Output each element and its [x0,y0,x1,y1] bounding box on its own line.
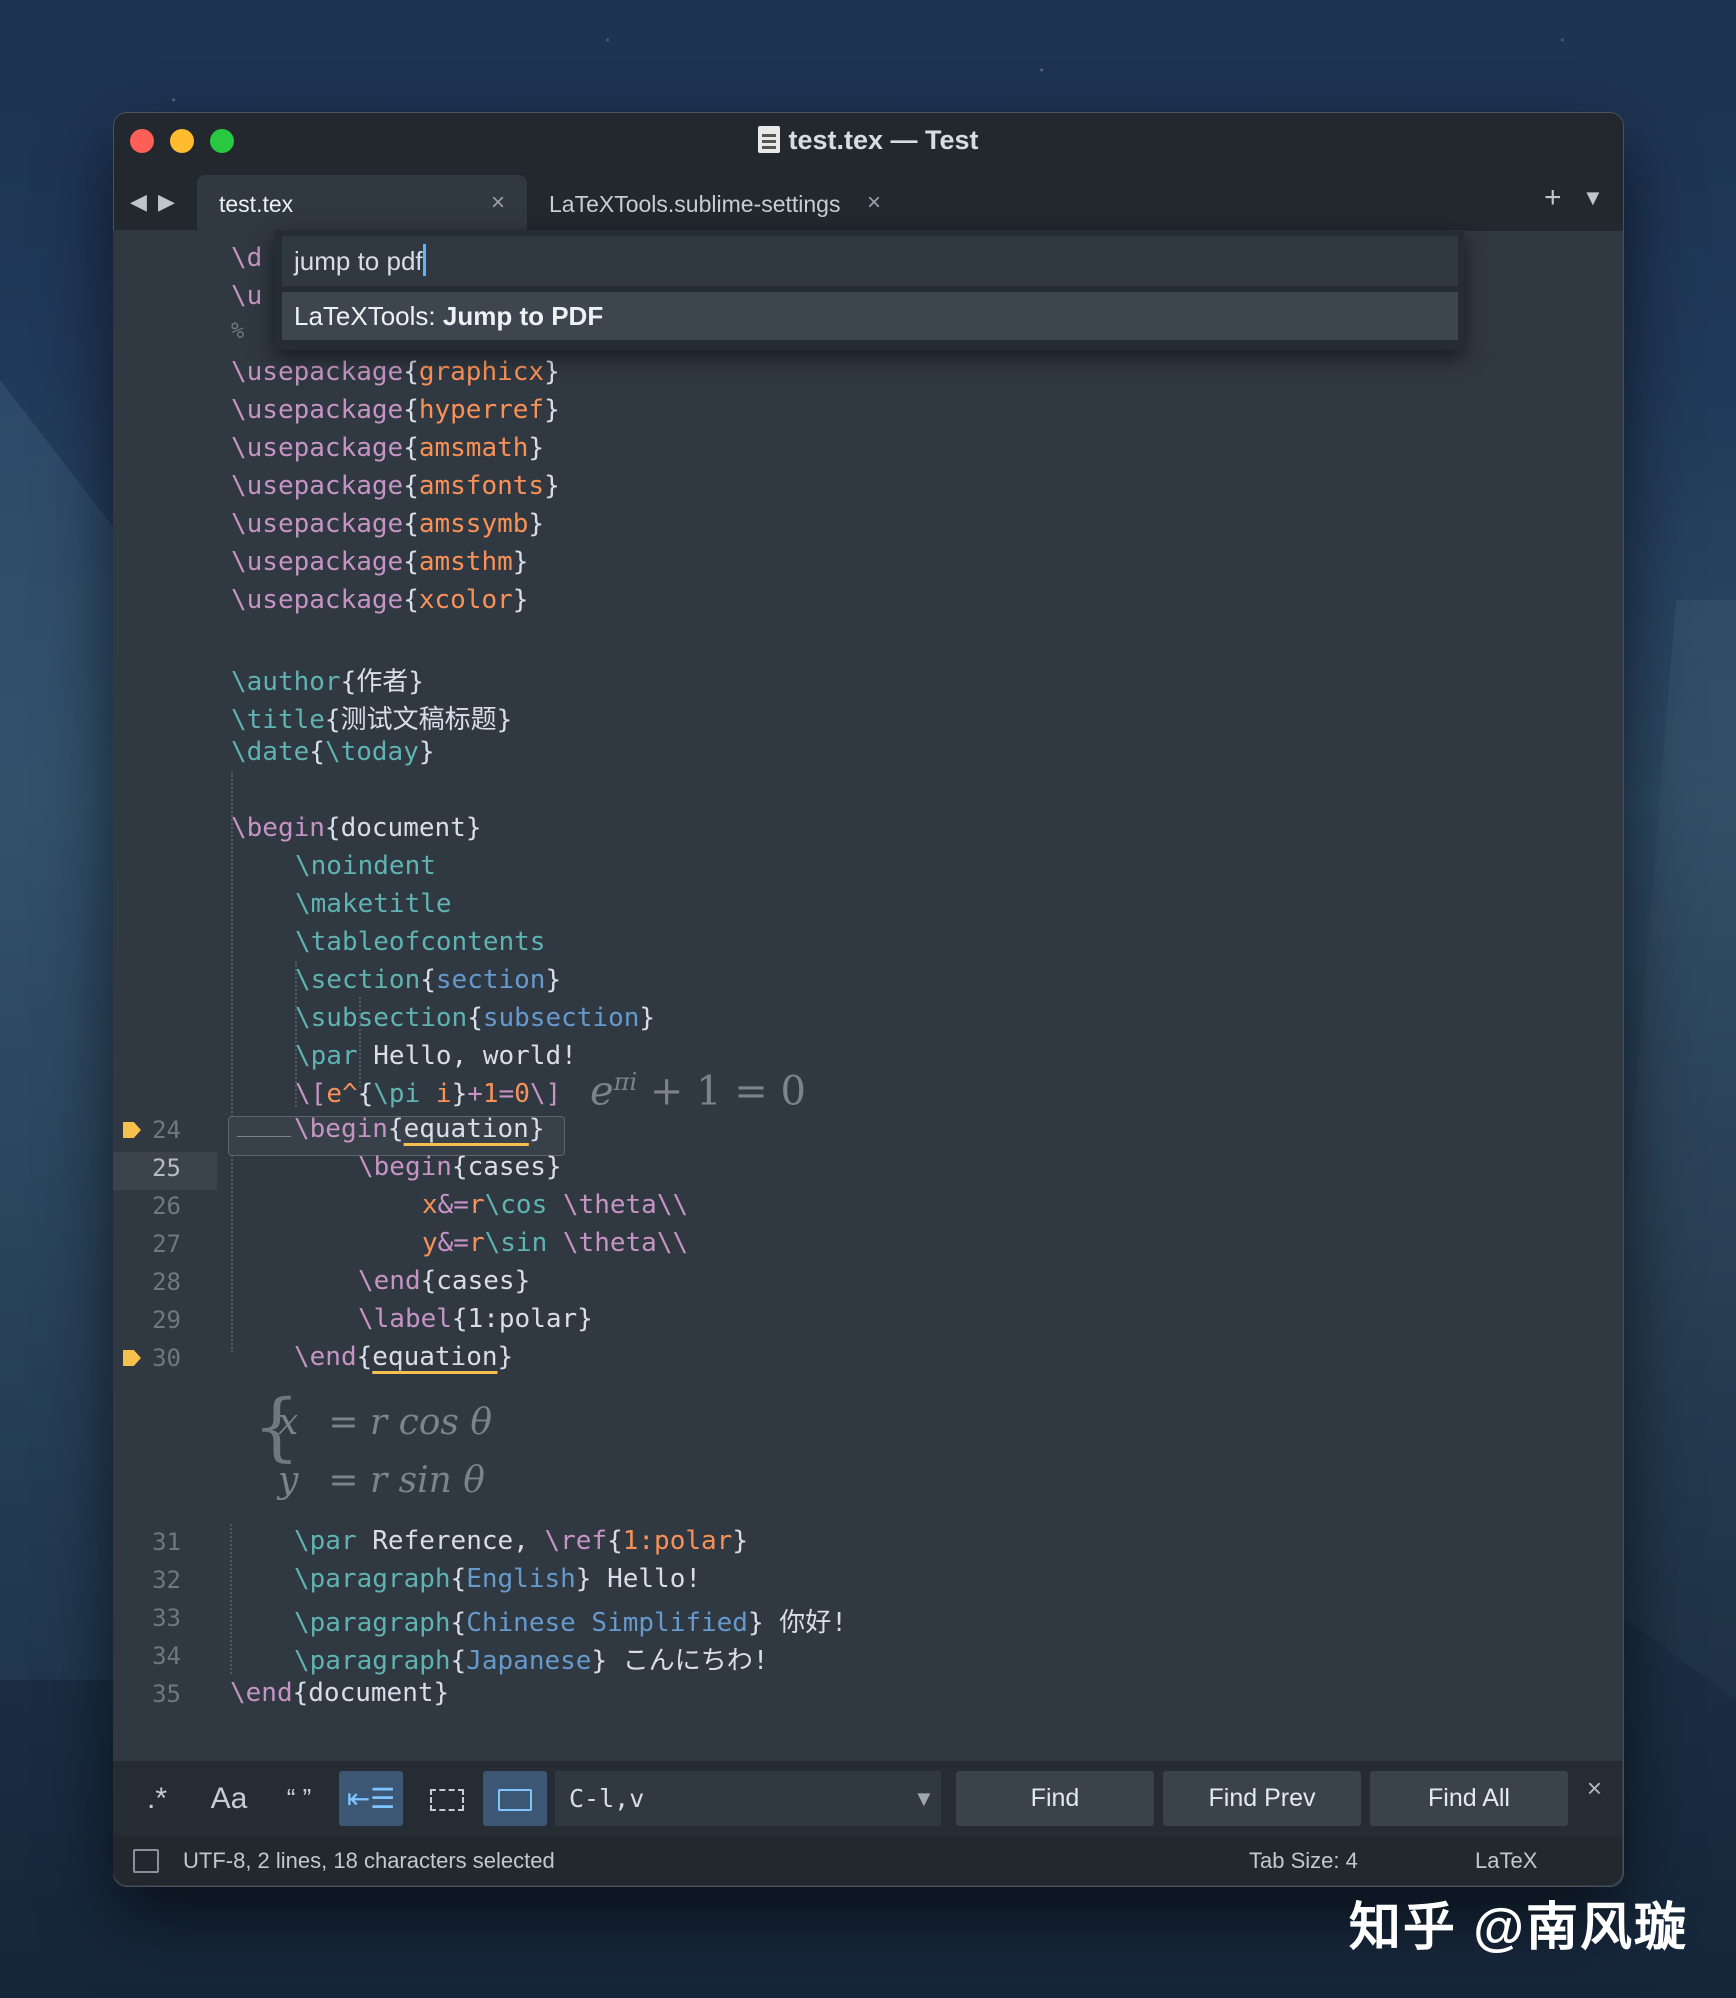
panel-toggle-icon[interactable] [133,1849,159,1873]
line-number-current: 25 [152,1154,181,1182]
tab-close-icon[interactable]: × [491,189,505,217]
line-number: 27 [152,1230,181,1258]
highlight-matches-icon[interactable] [483,1771,547,1826]
tab-label: LaTeXTools.sublime-settings [549,191,841,217]
cases-row-1: x = r cos θ [278,1402,492,1443]
line-number: 29 [152,1306,181,1334]
code-line-32: \paragraph{English} Hello! [294,1564,702,1594]
window-title-text: test.tex — Test [788,125,979,155]
line-number: 26 [152,1192,181,1220]
tab-close-icon[interactable]: × [867,189,881,217]
syntax-status[interactable]: LaTeX [1475,1848,1537,1874]
tab-latextools-settings[interactable]: LaTeXTools.sublime-settings × [527,175,897,231]
tab-label: test.tex [219,191,294,217]
window-title: test.tex — Test [114,125,1623,156]
in-selection-icon[interactable] [419,1771,475,1826]
tab-forward-icon[interactable]: ▶ [158,189,175,215]
code-line-35: \end{document} [230,1678,450,1708]
result-prefix: LaTeXTools: [294,301,443,331]
code-line-31: \par Reference, \ref{1:polar} [294,1526,748,1556]
document-icon [758,126,781,153]
result-match: Jump to PDF [442,301,604,331]
watermark: 知乎 @南风璇 [1348,1899,1688,1957]
line-number: 31 [152,1528,181,1556]
find-bar: .* Aa “ ” ⇤☰ C-l,v ▼ Find Find Prev Find… [113,1761,1622,1836]
command-palette[interactable]: jump to pdf LaTeXTools: Jump to PDF [274,230,1464,350]
case-sensitive-toggle[interactable]: Aa [201,1771,257,1826]
command-palette-input[interactable]: jump to pdf [282,236,1458,286]
wrap-icon[interactable]: ⇤☰ [339,1771,403,1826]
tab-list-chevron-down-icon[interactable]: ▼ [1582,185,1604,211]
find-input[interactable]: C-l,v [555,1771,941,1826]
title-bar[interactable]: test.tex — Test [114,113,1623,169]
line-number: 35 [152,1680,181,1708]
line-number: 33 [152,1604,181,1632]
text-caret [422,244,426,276]
find-all-button[interactable]: Find All [1370,1771,1568,1826]
find-button[interactable]: Find [956,1771,1154,1826]
line-number: 28 [152,1268,181,1296]
bottom-panels: .* Aa “ ” ⇤☰ C-l,v ▼ Find Find Prev Find… [113,1761,1622,1885]
tab-test-tex[interactable]: test.tex × [197,175,527,231]
cases-row-2: y = r sin θ [278,1460,485,1501]
line-number: 34 [152,1642,181,1670]
code-line-34: \paragraph{Japanese} こんにちわ! [294,1646,769,1676]
find-history-chevron-down-icon[interactable]: ▼ [913,1771,935,1826]
selection-status: UTF-8, 2 lines, 18 characters selected [183,1848,555,1873]
regex-toggle[interactable]: .* [133,1771,181,1826]
new-tab-plus-icon[interactable]: + [1544,181,1562,215]
find-close-icon[interactable]: × [1587,1773,1602,1804]
tab-back-icon[interactable]: ◀ [130,189,147,215]
status-bar: UTF-8, 2 lines, 18 characters selected T… [113,1836,1622,1885]
line-number: 32 [152,1566,181,1594]
find-prev-button[interactable]: Find Prev [1163,1771,1361,1826]
tab-bar: ◀ ▶ test.tex × LaTeXTools.sublime-settin… [114,169,1623,231]
tab-size-status[interactable]: Tab Size: 4 [1249,1848,1358,1874]
command-palette-result[interactable]: LaTeXTools: Jump to PDF [282,292,1458,340]
code-line-33: \paragraph{Chinese Simplified} 你好! [294,1608,847,1638]
whole-word-toggle[interactable]: “ ” [273,1771,325,1826]
